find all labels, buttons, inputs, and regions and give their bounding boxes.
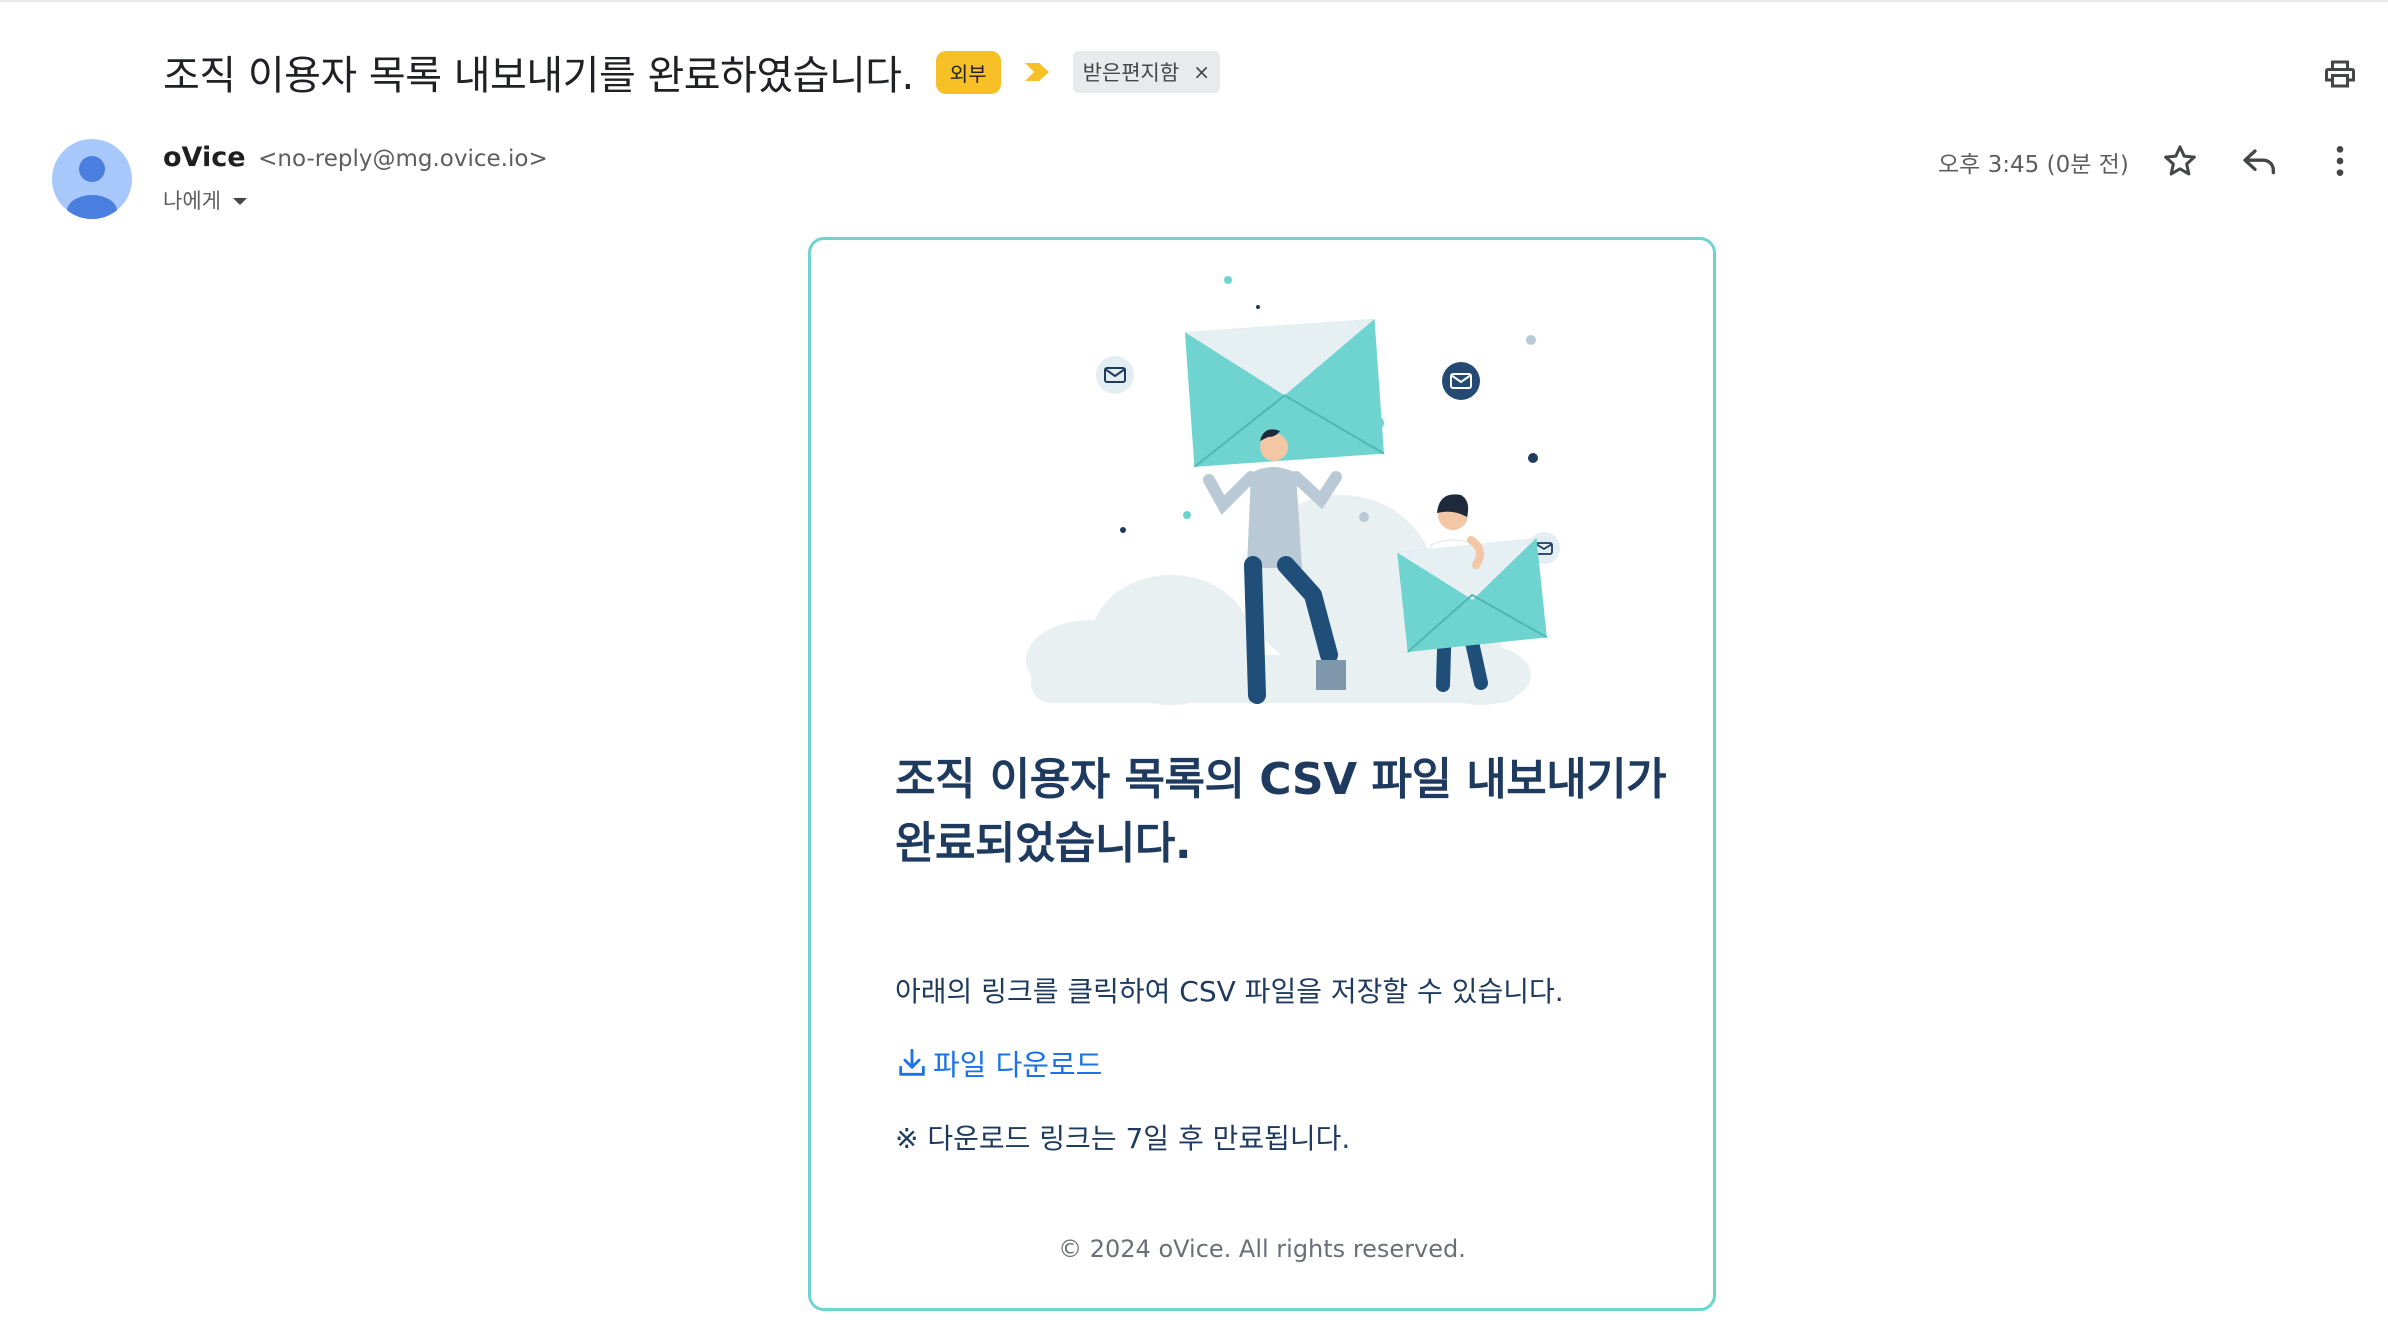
star-icon[interactable] — [2160, 141, 2200, 181]
recipients-toggle[interactable]: 나에게 — [163, 185, 247, 215]
email-footer: © 2024 oVice. All rights reserved. — [1058, 1235, 1466, 1263]
received-time: 오후 3:45 (0분 전) — [1938, 152, 2129, 178]
download-icon — [899, 1048, 925, 1076]
sender-email: <no-reply@mg.ovice.io> — [258, 146, 548, 172]
remove-label-button[interactable]: × — [1193, 60, 1210, 84]
more-vert-icon[interactable] — [2320, 141, 2360, 181]
chevron-down-icon — [232, 198, 247, 205]
sender-avatar[interactable] — [52, 139, 132, 219]
email-heading: 조직 이용자 목록의 CSV 파일 내보내기가 완료되었습니다. — [895, 754, 1667, 869]
inbox-label-text: 받은편지함 — [1082, 61, 1180, 85]
reply-icon[interactable] — [2240, 141, 2280, 181]
top-divider — [0, 0, 2388, 2]
sender-line: oVice <no-reply@mg.ovice.io> — [163, 142, 548, 173]
download-link-label[interactable]: 파일 다운로드 — [933, 1042, 1102, 1084]
email-card: 조직 이용자 목록의 CSV 파일 내보내기가 완료되었습니다. 아래의 링크를… — [808, 237, 1716, 1311]
inbox-label-chip: 받은편지함 × — [1072, 51, 1220, 93]
external-badge[interactable]: 외부 — [935, 50, 1001, 94]
download-file-link[interactable]: 파일 다운로드 — [895, 1042, 1102, 1084]
importance-arrow-icon[interactable] — [1023, 60, 1051, 84]
email-body-text: 아래의 링크를 클릭하여 CSV 파일을 저장할 수 있습니다. — [895, 975, 1564, 1008]
person-icon — [67, 156, 117, 219]
expiry-note: ※ 다운로드 링크는 7일 후 만료됩니다. — [895, 1122, 1351, 1155]
recipient-label: 나에게 — [163, 189, 221, 213]
sender-name[interactable]: oVice — [163, 142, 246, 173]
subject-row: 조직 이용자 목록 내보내기를 완료하였습니다. 외부 받은편지함 × — [163, 44, 1220, 100]
envelope-illustration — [1026, 276, 1560, 705]
email-subject: 조직 이용자 목록 내보내기를 완료하였습니다. — [163, 53, 914, 99]
printer-icon[interactable] — [2322, 56, 2358, 92]
